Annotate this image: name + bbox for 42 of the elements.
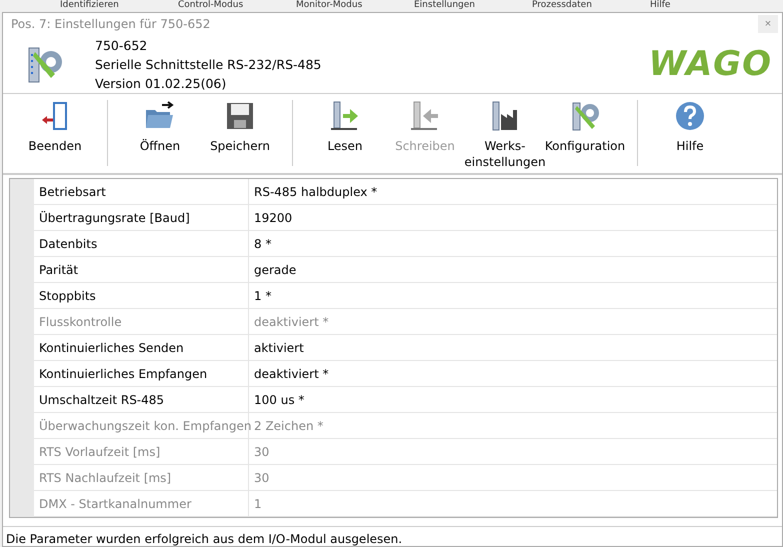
parameter-value[interactable]: gerade xyxy=(249,257,777,282)
parameter-name: Datenbits xyxy=(34,231,249,256)
module-info-text: Serielle Schnittstelle RS-232/RS-485 xyxy=(95,56,322,73)
parameter-value[interactable]: 1 * xyxy=(249,283,777,308)
parameter-value[interactable]: deaktiviert * xyxy=(249,361,777,386)
toolbar-button[interactable]: Konfiguration xyxy=(545,94,625,172)
parameter-name: Umschaltzeit RS-485 xyxy=(34,387,249,412)
parameter-name: Übertragungsrate [Baud] xyxy=(34,205,249,230)
status-message: Die Parameter wurden erfolgreich aus dem I/O-Modul ausgelesen. xyxy=(3,526,782,546)
toolbar-button[interactable]: Öffnen xyxy=(120,94,200,172)
toolbar-button[interactable]: Werks- einstellungen xyxy=(465,94,545,172)
menu-item[interactable]: Prozessdaten xyxy=(532,0,650,12)
parameter-name: Flusskontrolle xyxy=(34,309,249,334)
parameter-name: RTS Nachlaufzeit [ms] xyxy=(34,465,249,490)
parameter-name: Betriebsart xyxy=(34,179,249,204)
parameter-value[interactable]: 19200 xyxy=(249,205,777,230)
parameter-value[interactable]: 8 * xyxy=(249,231,777,256)
toolbar-button[interactable]: Speichern xyxy=(200,94,280,172)
module-info-text: 750-652 xyxy=(95,36,148,54)
parameter-name: Kontinuierliches Empfangen xyxy=(34,361,249,386)
menu-item[interactable]: Identifizieren xyxy=(60,0,178,12)
parameter-value[interactable]: aktiviert xyxy=(249,335,777,360)
module-arrow-icon xyxy=(409,100,441,132)
window-title: Pos. 7: Einstellungen für 750-652 xyxy=(11,16,210,31)
logo: WAGO xyxy=(648,44,772,84)
parameter-value[interactable]: RS-485 halbduplex * xyxy=(249,179,777,204)
toolbar-button[interactable]: Beenden xyxy=(15,94,95,172)
parameter-name: Überwachungszeit kon. Empfangen xyxy=(34,413,249,438)
parameter-value[interactable]: 100 us * xyxy=(249,387,777,412)
parameter-name: RTS Vorlaufzeit [ms] xyxy=(34,439,249,464)
menu-item[interactable]: Hilfe xyxy=(650,0,768,12)
toolbar-button[interactable]: Lesen xyxy=(305,94,385,172)
toolbar-button[interactable]: Hilfe xyxy=(650,94,730,172)
parameter-name: Kontinuierliches Senden xyxy=(34,335,249,360)
menu-item[interactable]: Monitor-Modus xyxy=(296,0,414,12)
menu-item[interactable]: Einstellungen xyxy=(414,0,532,12)
parameter-name: Stoppbits xyxy=(34,283,249,308)
menu-item[interactable]: Control-Modus xyxy=(178,0,296,12)
parameter-name: Parität xyxy=(34,257,249,282)
parameter-name: DMX - Startkanalnummer xyxy=(34,491,249,516)
module-info-text: Version 01.02.25(06) xyxy=(95,74,228,92)
help-icon xyxy=(674,100,706,132)
